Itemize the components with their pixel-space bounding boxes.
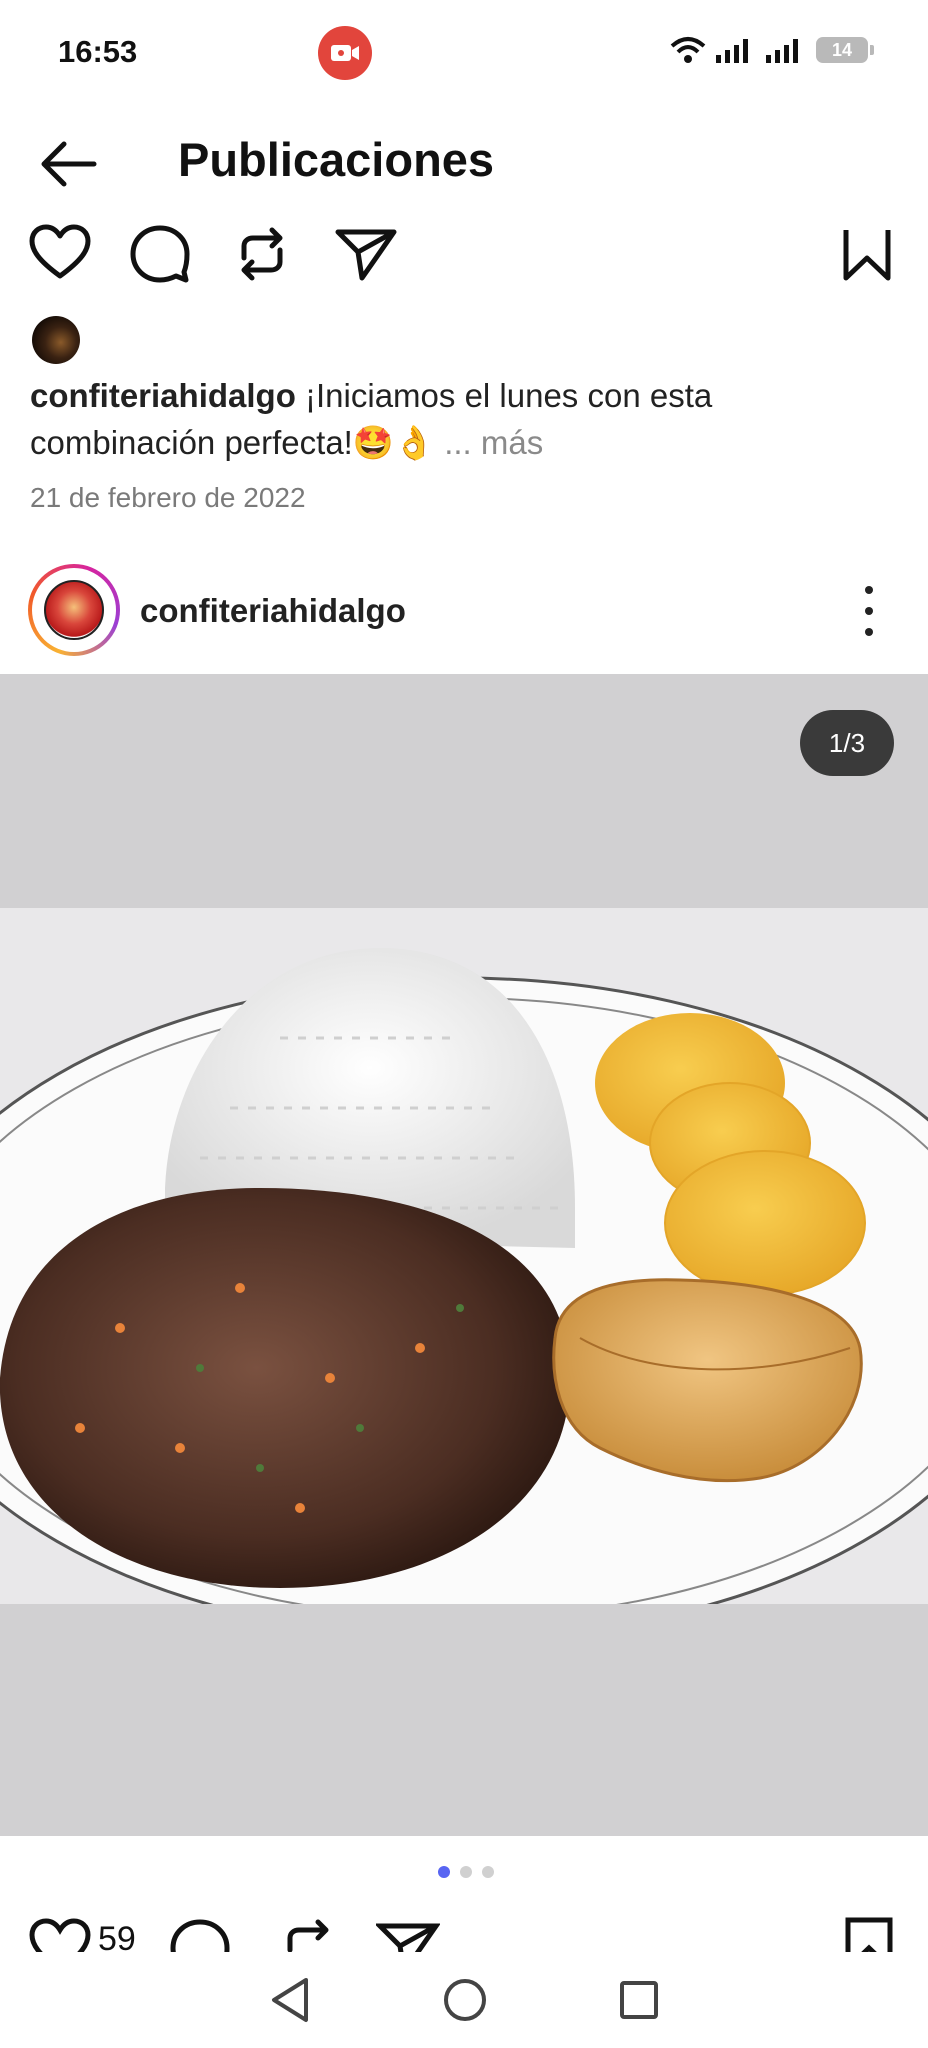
post-actions: 59 [0,1900,928,1952]
post-date: 21 de febrero de 2022 [30,482,306,513]
more-link[interactable]: ... más [444,424,543,461]
bookmark-icon[interactable] [844,1916,894,1952]
carousel-dot [482,1866,494,1878]
caption-username[interactable]: confiteriahidalgo [30,377,296,414]
heart-icon[interactable] [28,1916,92,1952]
comment-icon[interactable] [168,1916,232,1952]
post-media[interactable]: 1/3 [0,674,928,1836]
repost-icon [241,227,283,281]
avatar[interactable] [32,316,80,364]
home-icon[interactable] [442,1977,488,2023]
bookmark-icon [843,230,891,281]
media-counter: 1/3 [800,710,894,776]
post-caption: confiteriahidalgo ¡Iniciamos el lunes co… [30,372,890,466]
dot [865,607,873,615]
back-icon[interactable] [268,1976,312,2024]
back-button[interactable] [36,136,100,192]
status-icons: 14 [670,36,874,64]
carousel-dot [438,1866,450,1878]
more-options-button[interactable] [860,586,878,636]
signal-icon [766,39,798,63]
post-photo [0,908,928,1604]
recent-apps-icon[interactable] [618,1979,660,2021]
arrow-left-icon [41,141,97,187]
page-title: Publicaciones [178,133,495,186]
profile-avatar[interactable] [28,564,120,656]
comment-button[interactable] [128,222,192,291]
heart-icon [29,224,91,279]
share-button[interactable] [334,222,398,291]
battery-level: 14 [831,39,853,60]
system-navigation-bar [0,1952,928,2048]
repost-icon[interactable] [276,1914,340,1952]
carousel-dot [460,1866,472,1878]
carousel-indicator [438,1866,494,1878]
like-count[interactable]: 59 [98,1920,136,1952]
send-icon [335,229,397,281]
wifi-icon [670,37,706,63]
repost-button[interactable] [230,222,294,291]
comment-icon [130,225,190,283]
like-button[interactable] [28,222,92,291]
brand-logo-icon [44,580,104,640]
avatar-inner [32,568,116,652]
save-button[interactable] [842,226,892,287]
battery-icon: 14 [816,37,874,63]
dot [865,586,873,594]
dot [865,628,873,636]
signal-icon [716,39,748,63]
send-icon[interactable] [376,1916,440,1952]
post-username[interactable]: confiteriahidalgo [140,592,406,630]
status-time: 16:53 [58,34,138,69]
screen-record-icon [318,26,372,80]
